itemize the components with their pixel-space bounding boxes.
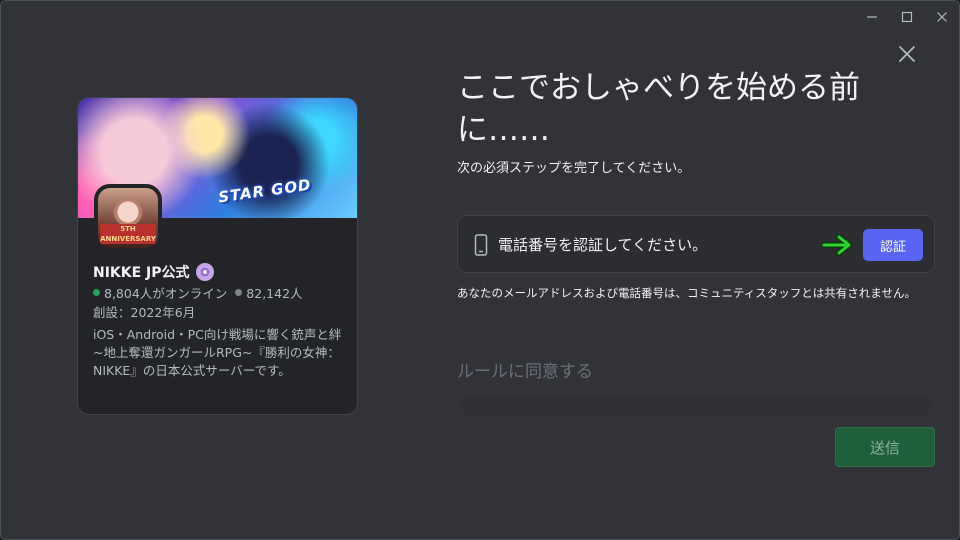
- server-preview-card: STAR GOD 5TH ANNIVERSARY NIKKE JP公式 8,80…: [77, 97, 358, 415]
- arrow-right-icon: [822, 234, 852, 256]
- banner-logo: STAR GOD: [217, 175, 313, 207]
- phone-icon: [474, 234, 488, 256]
- server-created-date: 創設：2022年6月: [93, 305, 196, 320]
- members-dot-icon: [235, 289, 243, 296]
- submit-button[interactable]: 送信: [835, 427, 935, 467]
- app-window: STAR GOD 5TH ANNIVERSARY NIKKE JP公式 8,80…: [0, 0, 960, 540]
- modal-close-icon: [899, 46, 915, 62]
- modal-subtitle: 次の必須ステップを完了してください。: [457, 161, 691, 176]
- anniversary-badge: 5TH ANNIVERSARY: [100, 224, 156, 244]
- server-name-row: NIKKE JP公式: [93, 262, 214, 282]
- server-description: iOS・Android・PC向け戦場に響く銃声と絆~地上奪還ガンガールRPG~『…: [93, 327, 342, 378]
- server-stats: 8,804人がオンライン 82,142人: [93, 283, 303, 302]
- window-close-icon: [937, 12, 947, 22]
- maximize-button[interactable]: [895, 7, 919, 27]
- maximize-icon: [901, 11, 913, 23]
- member-count: 82,142人: [246, 286, 303, 301]
- server-name: NIKKE JP公式: [93, 265, 190, 281]
- online-count: 8,804人がオンライン: [104, 286, 228, 301]
- rules-list-faded: [461, 395, 931, 421]
- modal-title: ここでおしゃべりを始める前に……: [457, 70, 860, 148]
- minimize-icon: [867, 16, 877, 18]
- verify-phone-button[interactable]: 認証: [863, 229, 923, 261]
- phone-verification-text: 電話番号を認証してください。: [498, 236, 708, 254]
- privacy-notice: あなたのメールアドレスおよび電話番号は、コミュニティスタッフとは共有されません。: [457, 286, 916, 300]
- partner-badge-icon: [195, 263, 214, 281]
- rules-section-title: ルールに同意する: [457, 362, 593, 382]
- window-close-button[interactable]: [930, 7, 954, 27]
- phone-verification-step: 電話番号を認証してください。 認証: [457, 215, 935, 273]
- online-dot-icon: [93, 289, 100, 296]
- minimize-button[interactable]: [860, 7, 884, 27]
- server-avatar: 5TH ANNIVERSARY: [94, 184, 162, 252]
- modal-close-button[interactable]: [894, 41, 920, 67]
